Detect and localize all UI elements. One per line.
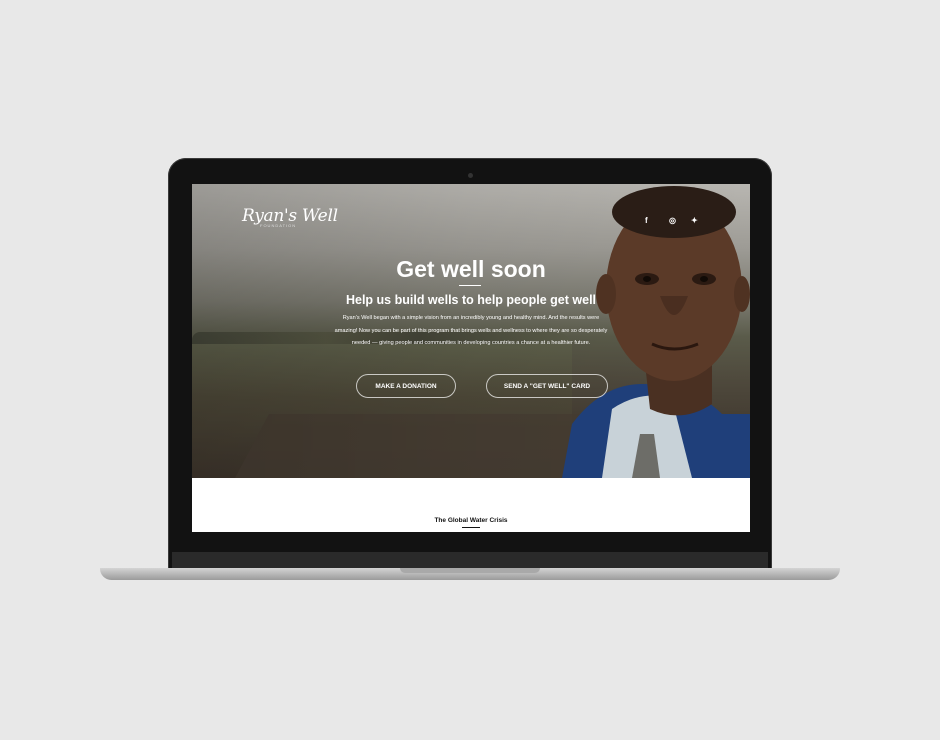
instagram-icon[interactable]: ◎ (669, 216, 676, 225)
hero-title: Get well soon (396, 256, 546, 282)
section-title: The Global Water Crisis (434, 517, 508, 524)
hero-section: Ryan's Well FOUNDATION f ◎ ✦ Get well so… (192, 184, 750, 478)
hero-title-divider (459, 285, 481, 286)
hero-subtitle: Help us build wells to help people get w… (345, 293, 597, 307)
make-donation-button[interactable]: MAKE A DONATION (356, 374, 456, 398)
hero-description: Ryan's Well began with a simple vision f… (334, 315, 608, 346)
logo-tagline: FOUNDATION (260, 223, 297, 228)
laptop-bezel (172, 552, 768, 568)
laptop-base-notch (400, 568, 540, 573)
website-screen: Ryan's Well FOUNDATION f ◎ ✦ Get well so… (192, 184, 750, 532)
webcam (468, 173, 473, 178)
send-card-button[interactable]: SEND A "GET WELL" CARD (486, 374, 608, 398)
facebook-icon[interactable]: f (645, 216, 648, 225)
section-title-divider (462, 527, 480, 528)
twitter-icon[interactable]: ✦ (691, 216, 698, 225)
